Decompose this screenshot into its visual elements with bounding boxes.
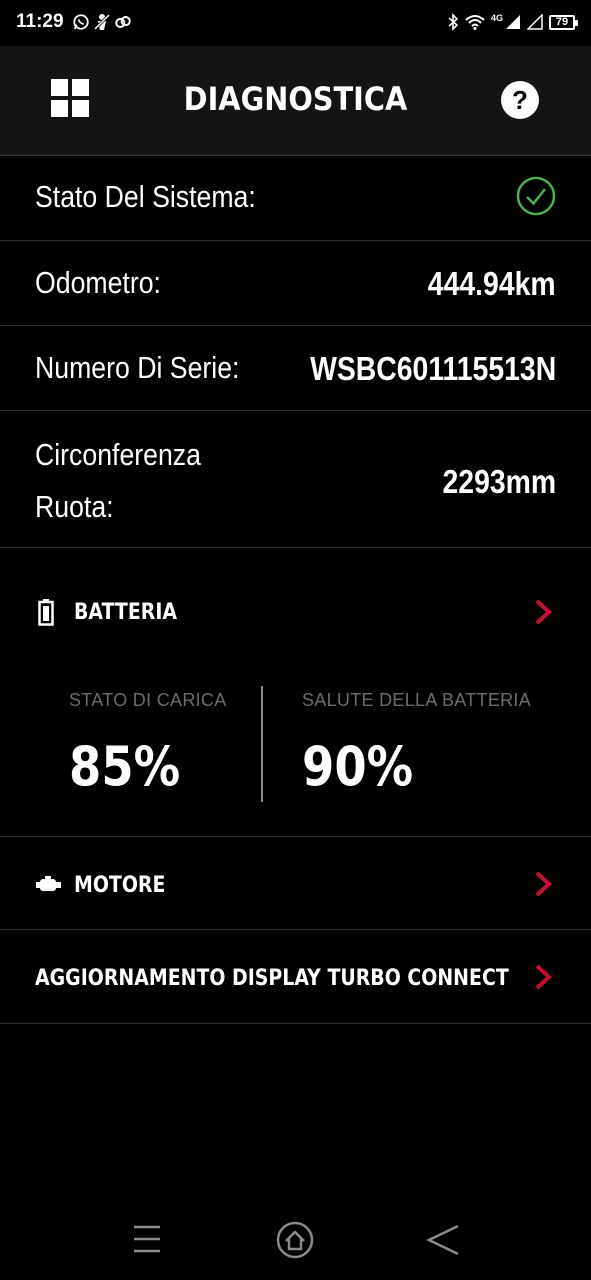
battery-icon [38, 599, 54, 626]
charge-state-value: 85% [69, 735, 181, 798]
status-system-icons: 4G 79 [447, 11, 578, 33]
odometer-label: Odometro: [35, 265, 161, 300]
link-icon [115, 16, 131, 28]
battery-section-title: BATTERIA [74, 600, 178, 625]
battery-level: 79 [555, 16, 569, 28]
signal-icon [506, 15, 520, 29]
display-update-row[interactable]: AGGIORNAMENTO DISPLAY TURBO CONNECT [0, 930, 591, 1022]
motor-section-header[interactable]: MOTORE [0, 837, 591, 929]
battery-stat-divider [261, 686, 263, 802]
signal-icon-secondary [527, 14, 543, 30]
page-title: DIAGNOSTICA [183, 80, 408, 118]
back-icon[interactable] [426, 1224, 460, 1256]
wheel-circumference-label-line2: Ruota: [35, 489, 114, 524]
home-icon[interactable] [276, 1221, 314, 1259]
recent-apps-icon[interactable] [131, 1223, 163, 1255]
divider [0, 1023, 591, 1024]
display-update-title: AGGIORNAMENTO DISPLAY TURBO CONNECT [35, 966, 509, 991]
battery-status-icon: 79 [549, 14, 578, 30]
help-button[interactable]: ? [501, 81, 539, 119]
system-state-row: Stato Del Sistema: [0, 156, 591, 241]
system-navigation-bar [0, 1198, 591, 1280]
serial-number-row: Numero Di Serie: WSBC601115513N [0, 326, 591, 411]
chevron-right-icon [535, 964, 552, 990]
serial-number-label: Numero Di Serie: [35, 350, 240, 385]
battery-health-value: 90% [302, 735, 414, 798]
chevron-right-icon [535, 871, 552, 897]
odometer-value: 444.94km [428, 265, 556, 302]
status-bar: 11:29 4G 79 [0, 0, 591, 46]
charge-state-label: STATO DI CARICA [69, 690, 227, 710]
chevron-right-icon [535, 599, 552, 625]
odometer-row: Odometro: 444.94km [0, 241, 591, 326]
bluetooth-icon [448, 13, 459, 31]
battery-section-header[interactable]: BATTERIA [0, 566, 591, 658]
app-header: DIAGNOSTICA ? [0, 46, 591, 156]
system-state-label: Stato Del Sistema: [35, 179, 256, 214]
status-time: 11:29 [16, 11, 64, 32]
whatsapp-icon [73, 14, 89, 30]
check-circle-icon [516, 176, 556, 216]
bike-muted-icon [93, 13, 111, 31]
network-type-label: 4G [490, 13, 503, 23]
wheel-circumference-value: 2293mm [442, 463, 556, 500]
motor-section-title: MOTORE [74, 873, 166, 898]
status-notification-icons [72, 12, 132, 32]
serial-number-value: WSBC601115513N [309, 350, 556, 387]
battery-health-label: SALUTE DELLA BATTERIA [302, 690, 532, 710]
wifi-icon [465, 15, 485, 30]
motor-icon [36, 876, 61, 891]
wheel-circumference-label-line1: Circonferenza [35, 437, 201, 472]
wheel-circumference-row: Circonferenza Ruota: 2293mm [0, 411, 591, 548]
